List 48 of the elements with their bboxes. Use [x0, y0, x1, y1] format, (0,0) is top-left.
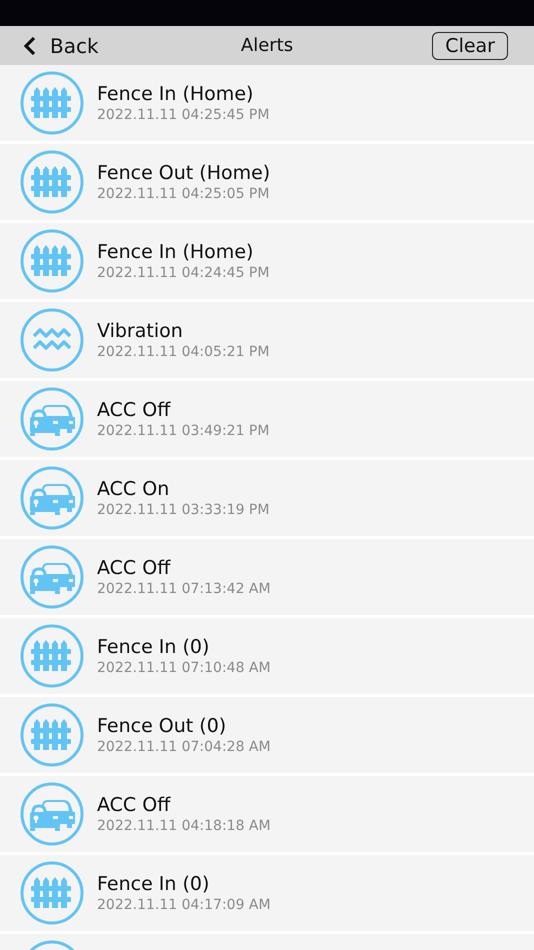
- alert-title: Fence In (0): [97, 636, 210, 658]
- alert-time: 2022.11.11 07:04:28 AM: [97, 739, 271, 755]
- chevron-left-icon: [22, 36, 38, 56]
- car-icon: [20, 782, 84, 846]
- fence-icon: [20, 71, 84, 135]
- alert-row[interactable]: ACC Off 2022.11.11 07:13:42 AM: [0, 539, 534, 615]
- alert-time: 2022.11.11 04:18:18 AM: [97, 818, 271, 834]
- fence-icon: [20, 861, 84, 925]
- fence-icon: [20, 150, 84, 214]
- fence-icon: [20, 229, 84, 293]
- alert-time: 2022.11.11 03:33:19 PM: [97, 502, 270, 518]
- alert-title: Fence In (0): [97, 873, 210, 895]
- car-icon: [20, 387, 84, 451]
- alert-time: 2022.11.11 07:10:48 AM: [97, 660, 271, 676]
- alert-row[interactable]: Vibration 2022.11.11 04:05:21 PM: [0, 302, 534, 378]
- alert-title: Fence In (Home): [97, 83, 254, 105]
- alert-title: Fence Out (Home): [97, 162, 270, 184]
- fence-icon: [20, 624, 84, 688]
- alert-time: 2022.11.11 04:25:45 PM: [97, 107, 270, 123]
- alert-row[interactable]: ACC On 2022.11.11 03:33:19 PM: [0, 460, 534, 536]
- alert-title: Fence Out (0): [97, 715, 228, 737]
- back-button[interactable]: Back: [22, 34, 99, 58]
- alert-title: ACC Off: [97, 399, 172, 421]
- alert-time: 2022.11.11 04:24:45 PM: [97, 265, 270, 281]
- alert-row[interactable]: ACC Off 2022.11.11 04:18:18 AM: [0, 776, 534, 852]
- wave-icon: [20, 308, 84, 372]
- alert-row[interactable]: Fence In (Home) 2022.11.11 04:24:45 PM: [0, 223, 534, 299]
- alert-row[interactable]: Fence In (Home) 2022.11.11 04:25:45 PM: [0, 65, 534, 141]
- alert-time: 2022.11.11 04:17:09 AM: [97, 897, 271, 913]
- alert-row[interactable]: Fence In (0) 2022.11.11 07:10:48 AM: [0, 618, 534, 694]
- clear-button[interactable]: Clear: [432, 32, 508, 60]
- alert-time: 2022.11.11 04:05:21 PM: [97, 344, 270, 360]
- alert-time: 2022.11.11 04:25:05 PM: [97, 186, 270, 202]
- alert-row[interactable]: Fence Out (Home) 2022.11.11 04:25:05 PM: [0, 144, 534, 220]
- car-icon: [20, 466, 84, 530]
- alert-title: ACC On: [97, 478, 170, 500]
- alert-title: ACC Off: [97, 557, 172, 579]
- fence-icon: [20, 703, 84, 767]
- screen-title: Alerts: [240, 35, 294, 56]
- alert-title: Vibration: [97, 320, 184, 342]
- alert-row[interactable]: Fence In (0) 2022.11.11 04:17:09 AM: [0, 855, 534, 931]
- alert-time: 2022.11.11 07:13:42 AM: [97, 581, 271, 597]
- alert-row[interactable]: ACC Off 2022.11.11 03:49:21 PM: [0, 381, 534, 457]
- alert-row[interactable]: Fence Out (0) 2022.11.11 07:04:28 AM: [0, 697, 534, 773]
- alert-time: 2022.11.11 03:49:21 PM: [97, 423, 270, 439]
- car-icon: [20, 545, 84, 609]
- alert-title: Fence In (Home): [97, 241, 254, 263]
- alert-title: ACC Off: [97, 794, 172, 816]
